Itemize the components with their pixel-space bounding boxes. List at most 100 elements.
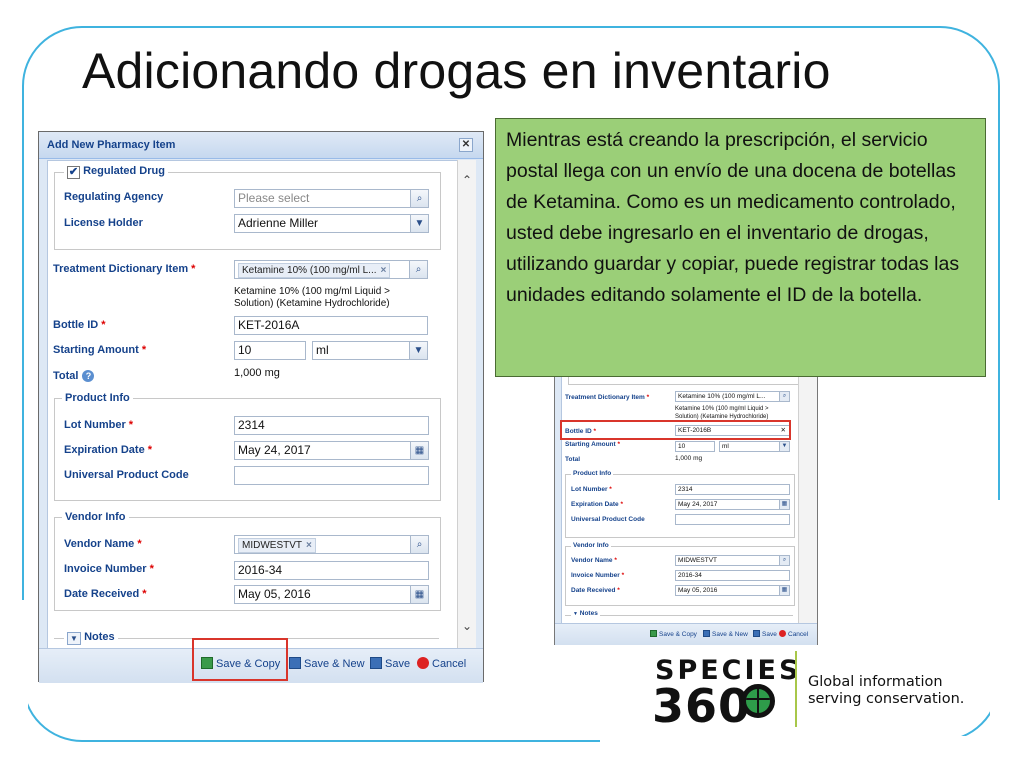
small-treatment-label: Treatment Dictionary Item *	[565, 394, 650, 401]
small-dialog-scrollbar[interactable]	[798, 371, 817, 623]
dialog-title-bar: Add New Pharmacy Item ✕	[39, 132, 483, 159]
chevron-down-icon[interactable]: ▼	[410, 215, 428, 232]
total-label: Total?	[53, 370, 95, 382]
regulated-drug-label: Regulated Drug	[83, 165, 165, 177]
remove-tag-icon: ×	[380, 265, 387, 276]
search-icon[interactable]: ⌕	[410, 536, 428, 553]
unit-value: ml	[316, 343, 329, 357]
dialog-body: ✔ Regulated Drug Regulating Agency Pleas…	[47, 160, 459, 650]
license-holder-value: Adrienne Miller	[238, 216, 319, 230]
save-copy-icon	[650, 630, 657, 637]
help-icon[interactable]: ?	[82, 370, 95, 382]
small-vendor-info-legend: Vendor Info	[571, 542, 611, 549]
search-icon[interactable]: ⌕	[779, 556, 789, 565]
small-unit-select[interactable]: ml ▼	[719, 441, 790, 452]
product-info-legend: Product Info	[62, 392, 133, 404]
tagline-line2: serving conservation.	[808, 691, 965, 707]
starting-amount-unit-select[interactable]: ml ▼	[312, 341, 428, 360]
date-received-picker[interactable]: May 05, 2016 ▦	[234, 585, 429, 604]
search-icon[interactable]: ⌕	[410, 190, 428, 207]
treatment-description-line1: Ketamine 10% (100 mg/ml Liquid >	[234, 286, 390, 297]
regulated-drug-checkbox[interactable]: ✔	[67, 166, 80, 179]
bottle-id-label: Bottle ID *	[53, 319, 106, 331]
expiration-date-value: May 24, 2017	[238, 443, 311, 457]
dialog-title: Add New Pharmacy Item	[47, 139, 176, 151]
save-copy-highlight	[192, 638, 288, 681]
small-upc-label: Universal Product Code	[571, 516, 645, 523]
small-starting-amount-label: Starting Amount *	[565, 441, 621, 448]
chevron-down-icon[interactable]: ▼	[67, 632, 81, 645]
small-invoice-label: Invoice Number *	[571, 572, 625, 579]
chevron-down-icon[interactable]: ⌄	[461, 620, 473, 632]
vendor-info-legend: Vendor Info	[62, 511, 129, 523]
starting-amount-label: Starting Amount *	[53, 344, 147, 356]
instruction-note: Mientras está creando la prescripción, e…	[495, 118, 986, 377]
cancel-icon	[779, 630, 786, 637]
small-notes-legend[interactable]: ▼ Notes	[571, 610, 600, 617]
small-expiration-picker[interactable]: May 24, 2017 ▦	[675, 499, 790, 510]
save-new-icon	[289, 657, 301, 669]
expiration-date-picker[interactable]: May 24, 2017 ▦	[234, 441, 429, 460]
upc-label: Universal Product Code	[64, 469, 189, 481]
remove-tag-icon: ×	[306, 540, 312, 551]
invoice-number-input[interactable]: 2016-34	[234, 561, 429, 580]
calendar-icon[interactable]: ▦	[410, 586, 428, 603]
save-icon	[753, 630, 760, 637]
small-vendor-name-label: Vendor Name *	[571, 557, 617, 564]
logo-tagline: Global information serving conservation.	[808, 674, 964, 708]
bottle-id-highlight	[560, 420, 791, 440]
chevron-down-icon[interactable]: ▼	[779, 442, 789, 451]
search-icon[interactable]: ⌕	[409, 261, 427, 278]
chevron-down-icon[interactable]: ▼	[409, 342, 427, 359]
small-invoice-input[interactable]: 2016-34	[675, 570, 790, 581]
small-dialog-footer: Save & Copy Save & New Save Cancel	[555, 623, 817, 645]
lot-number-input[interactable]: 2314	[234, 416, 429, 435]
license-holder-select[interactable]: Adrienne Miller ▼	[234, 214, 429, 233]
calendar-icon[interactable]: ▦	[779, 500, 789, 509]
save-new-button[interactable]: Save & New	[289, 657, 365, 670]
lot-number-label: Lot Number *	[64, 419, 134, 431]
invoice-number-label: Invoice Number *	[64, 563, 154, 575]
small-save-button[interactable]: Save	[753, 630, 777, 638]
save-button[interactable]: Save	[370, 657, 410, 670]
cancel-icon	[417, 657, 429, 669]
treatment-dictionary-combo[interactable]: Ketamine 10% (100 mg/ml L... × ⌕	[234, 260, 428, 279]
small-upc-input[interactable]	[675, 514, 790, 525]
small-save-copy-button[interactable]: Save & Copy	[650, 630, 697, 638]
logo-divider	[795, 651, 797, 727]
slide-frame-gap	[990, 500, 1004, 750]
small-save-new-button[interactable]: Save & New	[703, 630, 748, 638]
chevron-up-icon[interactable]: ⌃	[461, 174, 473, 186]
add-pharmacy-item-dialog: Add New Pharmacy Item ✕ ✔ Regulated Drug…	[38, 131, 484, 683]
small-vendor-name-combo[interactable]: MIDWESTVT ⌕	[675, 555, 790, 566]
regulating-agency-placeholder: Please select	[238, 191, 310, 205]
small-date-received-picker[interactable]: May 05, 2016 ▦	[675, 585, 790, 596]
search-icon[interactable]: ⌕	[779, 392, 789, 401]
small-cancel-button[interactable]: Cancel	[779, 630, 808, 638]
calendar-icon[interactable]: ▦	[779, 586, 789, 595]
calendar-icon[interactable]: ▦	[410, 442, 428, 459]
expiration-date-label: Expiration Date *	[64, 444, 153, 456]
bottle-id-input[interactable]: KET-2016A	[234, 316, 428, 335]
treatment-tag: Ketamine 10% (100 mg/ml L... ×	[238, 263, 391, 278]
globe-icon	[741, 684, 775, 718]
dialog-scrollbar[interactable]: ⌃ ⌄	[457, 160, 476, 648]
notes-legend[interactable]: ▼ Notes	[64, 631, 118, 645]
logo-360-number: 360	[652, 679, 752, 733]
small-starting-amount-input[interactable]: 10	[675, 441, 715, 452]
starting-amount-input[interactable]: 10	[234, 341, 306, 360]
regulated-drug-legend: ✔ Regulated Drug	[64, 165, 168, 179]
small-treatment-desc-1: Ketamine 10% (100 mg/ml Liquid >	[675, 406, 769, 412]
upc-input[interactable]	[234, 466, 429, 485]
regulating-agency-combo[interactable]: Please select ⌕	[234, 189, 429, 208]
small-lot-number-input[interactable]: 2314	[675, 484, 790, 495]
cancel-button[interactable]: Cancel	[417, 657, 466, 670]
vendor-name-combo[interactable]: MIDWESTVT × ⌕	[234, 535, 429, 554]
small-treatment-combo[interactable]: Ketamine 10% (100 mg/ml L... ⌕	[675, 391, 790, 402]
small-dialog-preview: Treatment Dictionary Item * Ketamine 10%…	[554, 370, 818, 645]
treatment-description-line2: Solution) (Ketamine Hydrochloride)	[234, 298, 390, 309]
close-icon[interactable]: ✕	[459, 138, 473, 152]
chevron-down-icon[interactable]: ▼	[573, 611, 578, 617]
save-new-icon	[703, 630, 710, 637]
small-lot-number-label: Lot Number *	[571, 486, 612, 493]
